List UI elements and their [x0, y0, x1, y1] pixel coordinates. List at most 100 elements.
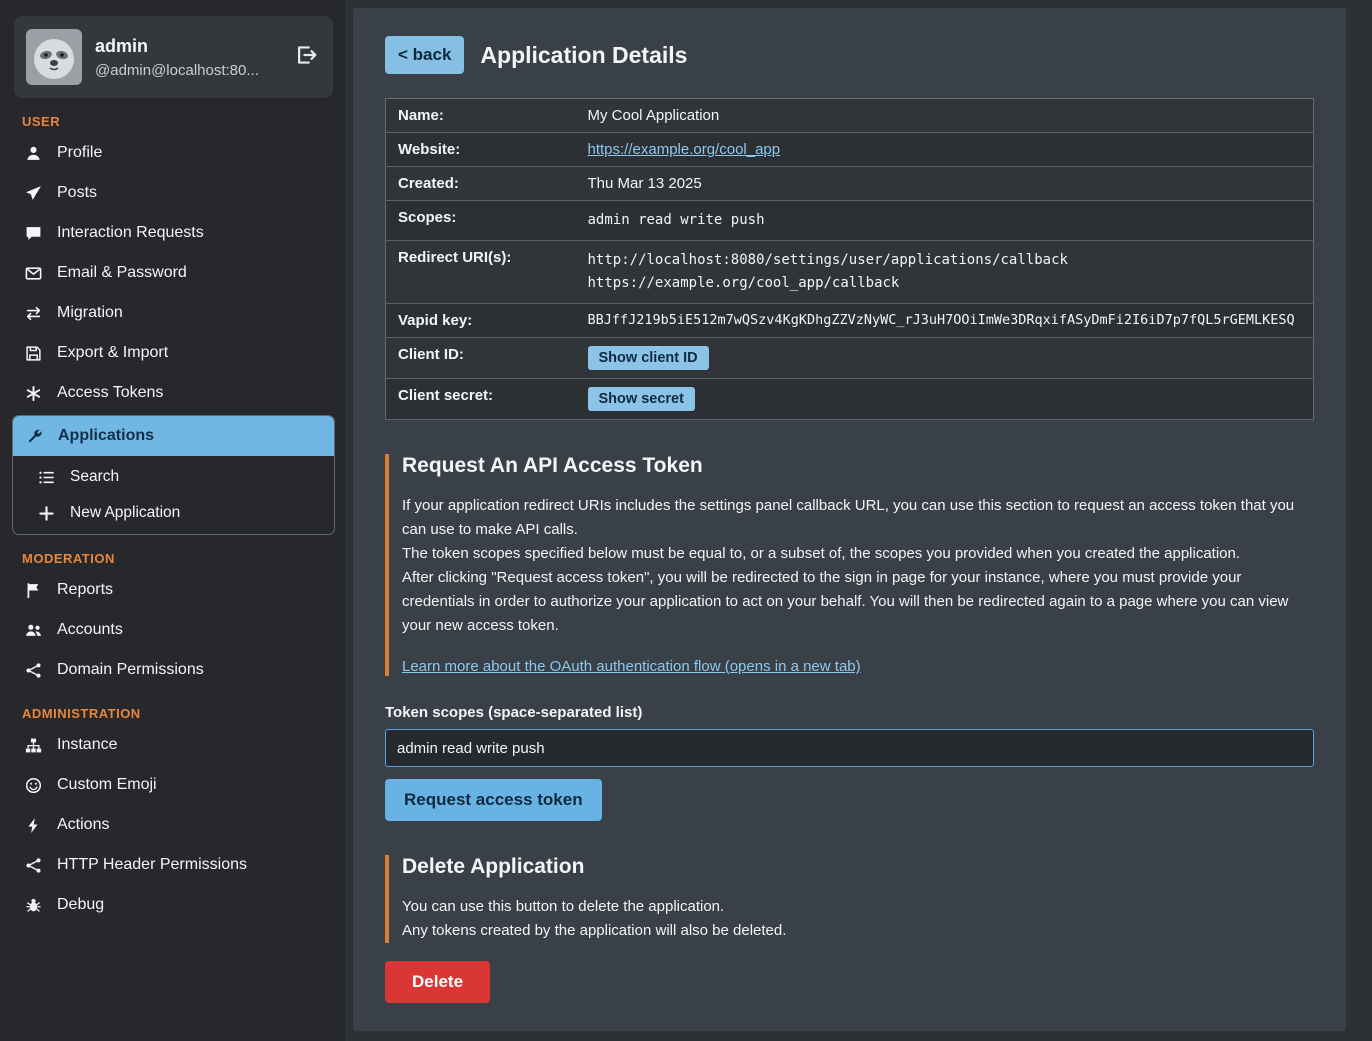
sidebar-item-posts[interactable]: Posts	[12, 173, 335, 213]
sidebar-item-label: Export & Import	[57, 344, 168, 362]
detail-value-scopes: admin read write push	[576, 201, 1314, 241]
sidebar-item-search[interactable]: Search	[21, 459, 334, 495]
table-row: Redirect URI(s): http://localhost:8080/s…	[386, 241, 1314, 304]
request-token-paragraph: The token scopes specified below must be…	[402, 542, 1314, 566]
table-row: Website: https://example.org/cool_app	[386, 133, 1314, 167]
detail-value: Thu Mar 13 2025	[576, 167, 1314, 201]
sidebar-item-migration[interactable]: Migration	[12, 293, 335, 333]
detail-label: Redirect URI(s):	[386, 241, 576, 304]
token-scopes-label: Token scopes (space-separated list)	[385, 704, 1314, 721]
sidebar-item-applications[interactable]: Applications	[13, 416, 334, 456]
sidebar-item-reports[interactable]: Reports	[12, 570, 335, 610]
detail-label: Website:	[386, 133, 576, 167]
sidebar-item-accounts[interactable]: Accounts	[12, 610, 335, 650]
detail-label: Client secret:	[386, 379, 576, 420]
table-row: Client ID: Show client ID	[386, 338, 1314, 379]
delete-application-title: Delete Application	[402, 855, 1314, 879]
sidebar-item-label: HTTP Header Permissions	[57, 856, 247, 874]
show-client-id-button[interactable]: Show client ID	[588, 346, 709, 370]
title-row: < back Application Details	[385, 36, 1314, 74]
user-icon	[24, 145, 42, 162]
oauth-docs-link[interactable]: Learn more about the OAuth authenticatio…	[402, 658, 861, 675]
logout-icon[interactable]	[291, 40, 321, 75]
section-moderation: MODERATION	[22, 551, 327, 566]
detail-label: Scopes:	[386, 201, 576, 241]
sidebar-item-interaction-requests[interactable]: Interaction Requests	[12, 213, 335, 253]
page-title: Application Details	[480, 42, 687, 69]
envelope-icon	[24, 265, 42, 282]
flag-icon	[24, 582, 42, 599]
share-nodes-icon	[24, 857, 42, 874]
avatar	[26, 29, 82, 85]
asterisk-icon	[24, 385, 42, 402]
delete-application-line: You can use this button to delete the ap…	[402, 895, 1314, 919]
sidebar-item-domain-permissions[interactable]: Domain Permissions	[12, 650, 335, 690]
sidebar-item-label: Instance	[57, 736, 117, 754]
sidebar-item-label: Custom Emoji	[57, 776, 157, 794]
sidebar-item-label: Email & Password	[57, 264, 187, 282]
sidebar-item-label: Posts	[57, 184, 97, 202]
user-card: admin @admin@localhost:80...	[14, 16, 333, 98]
delete-application-section: Delete Application You can use this butt…	[385, 855, 1314, 943]
sidebar-item-new-application[interactable]: New Application	[21, 495, 334, 531]
table-row: Created: Thu Mar 13 2025	[386, 167, 1314, 201]
token-scopes-input[interactable]	[385, 729, 1314, 767]
website-link[interactable]: https://example.org/cool_app	[588, 141, 781, 158]
sidebar-item-instance[interactable]: Instance	[12, 725, 335, 765]
detail-label: Created:	[386, 167, 576, 201]
detail-label: Client ID:	[386, 338, 576, 379]
vapid-key-value: BBJffJ219b5iE512m7wQSzv4KgKDhgZZVzNyWC_r…	[576, 304, 1314, 338]
wrench-icon	[25, 428, 43, 445]
detail-value: My Cool Application	[576, 99, 1314, 133]
applications-subnav: Search New Application	[13, 456, 334, 534]
sidebar-item-label: Applications	[58, 427, 154, 445]
list-icon	[37, 469, 55, 486]
sidebar-item-label: New Application	[70, 504, 180, 522]
request-token-paragraph: If your application redirect URIs includ…	[402, 494, 1314, 542]
sidebar-item-debug[interactable]: Debug	[12, 885, 335, 925]
request-access-token-button[interactable]: Request access token	[385, 779, 602, 821]
sidebar-item-email-password[interactable]: Email & Password	[12, 253, 335, 293]
sidebar-item-label: Search	[70, 468, 119, 486]
sidebar-item-label: Reports	[57, 581, 113, 599]
sidebar-item-custom-emoji[interactable]: Custom Emoji	[12, 765, 335, 805]
plus-icon	[37, 505, 55, 522]
sidebar-item-label: Access Tokens	[57, 384, 163, 402]
user-name: admin	[95, 36, 259, 57]
sidebar-item-actions[interactable]: Actions	[12, 805, 335, 845]
save-icon	[24, 345, 42, 362]
detail-label: Name:	[386, 99, 576, 133]
bolt-icon	[24, 817, 42, 834]
sidebar-item-profile[interactable]: Profile	[12, 133, 335, 173]
sidebar-item-export-import[interactable]: Export & Import	[12, 333, 335, 373]
section-administration: ADMINISTRATION	[22, 706, 327, 721]
sidebar-item-label: Accounts	[57, 621, 123, 639]
applications-group: Applications Search New Application	[12, 415, 335, 535]
paper-plane-icon	[24, 185, 42, 202]
detail-label: Vapid key:	[386, 304, 576, 338]
section-user: USER	[22, 114, 327, 129]
back-button[interactable]: < back	[385, 36, 464, 74]
user-info: admin @admin@localhost:80...	[95, 36, 259, 79]
request-token-paragraph: After clicking "Request access token", y…	[402, 566, 1314, 638]
sitemap-icon	[24, 737, 42, 754]
table-row: Vapid key: BBJffJ219b5iE512m7wQSzv4KgKDh…	[386, 304, 1314, 338]
delete-button[interactable]: Delete	[385, 961, 490, 1003]
redirect-uri: https://example.org/cool_app/callback	[588, 272, 1302, 295]
users-icon	[24, 622, 42, 639]
sidebar-item-label: Domain Permissions	[57, 661, 204, 679]
sidebar-item-label: Profile	[57, 144, 102, 162]
sidebar-item-access-tokens[interactable]: Access Tokens	[12, 373, 335, 413]
sidebar-item-label: Debug	[57, 896, 104, 914]
sidebar-item-http-header-permissions[interactable]: HTTP Header Permissions	[12, 845, 335, 885]
table-row: Scopes: admin read write push	[386, 201, 1314, 241]
share-nodes-icon	[24, 662, 42, 679]
sidebar-item-label: Interaction Requests	[57, 224, 204, 242]
application-details-table: Name: My Cool Application Website: https…	[385, 98, 1314, 420]
show-secret-button[interactable]: Show secret	[588, 387, 695, 411]
content-panel: < back Application Details Name: My Cool…	[353, 8, 1346, 1031]
exchange-icon	[24, 305, 42, 322]
delete-application-line: Any tokens created by the application wi…	[402, 919, 1314, 943]
sidebar: admin @admin@localhost:80... USER Profil…	[0, 0, 345, 1041]
request-token-title: Request An API Access Token	[402, 454, 1314, 478]
